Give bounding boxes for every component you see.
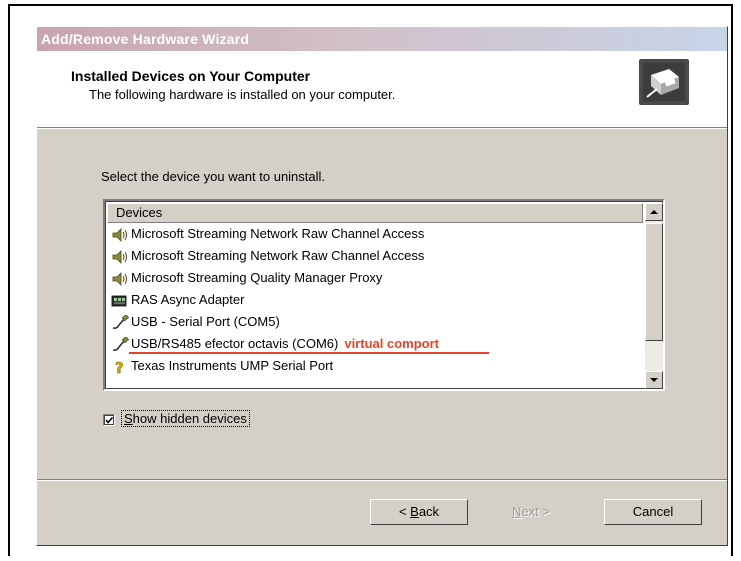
page-subtitle: The following hardware is installed on y… <box>89 87 396 102</box>
speaker-icon <box>111 271 129 287</box>
next-button[interactable]: Next > <box>482 499 580 525</box>
checkmark-icon <box>105 416 114 424</box>
devices-column-header[interactable]: Devices <box>107 203 643 223</box>
svg-text:?: ? <box>115 359 124 375</box>
frame-border-right <box>731 4 733 556</box>
device-label: USB - Serial Port (COM5) <box>131 314 280 329</box>
next-access-key: N <box>512 504 522 519</box>
instruction-text: Select the device you want to uninstall. <box>101 169 326 184</box>
hardware-wizard-icon <box>639 59 689 105</box>
frame-border-top <box>8 4 733 6</box>
cancel-button[interactable]: Cancel <box>604 499 702 525</box>
device-label: Microsoft Streaming Network Raw Channel … <box>131 226 425 241</box>
list-item[interactable]: RAS Async Adapter <box>107 289 643 311</box>
list-item[interactable]: Microsoft Streaming Quality Manager Prox… <box>107 267 643 289</box>
speaker-icon <box>111 249 129 265</box>
device-listbox[interactable]: Devices Microsoft Streaming Network Raw … <box>103 199 665 391</box>
devices-column-header-label: Devices <box>116 205 163 220</box>
window-title: Add/Remove Hardware Wizard <box>41 31 250 47</box>
show-hidden-devices-option[interactable]: Show hidden devices <box>103 410 250 428</box>
usb-plug-icon <box>111 335 130 353</box>
title-bar[interactable]: Add/Remove Hardware Wizard <box>37 27 727 51</box>
scroll-down-button[interactable] <box>645 371 663 389</box>
device-label: Microsoft Streaming Network Raw Channel … <box>131 248 425 263</box>
show-hidden-devices-checkbox[interactable] <box>103 413 115 426</box>
annotation-underline <box>129 352 489 354</box>
show-hidden-devices-label[interactable]: Show hidden devices <box>121 410 250 427</box>
unknown-device-icon: ? <box>111 358 129 377</box>
list-item[interactable]: USB/RS485 efector octavis (COM6) virtual … <box>107 333 643 355</box>
wizard-header: Installed Devices on Your Computer The f… <box>37 51 727 127</box>
footer-separator-highlight <box>37 480 727 481</box>
back-prefix: < <box>398 504 411 519</box>
usb-plug-icon <box>111 313 130 331</box>
network-adapter-icon <box>111 293 129 309</box>
list-item[interactable]: ? Texas Instruments UMP Serial Port <box>107 355 643 377</box>
next-rest: ext > <box>521 504 550 519</box>
list-scrollbar[interactable] <box>645 203 663 389</box>
device-label: USB/RS485 efector octavis (COM6) <box>131 336 339 351</box>
label-text: how hidden devices <box>132 411 247 426</box>
virtual-comport-annotation: virtual comport <box>344 336 439 351</box>
arrow-up-icon <box>650 210 658 214</box>
access-key: S <box>124 411 133 426</box>
frame-border-left <box>8 4 10 556</box>
list-item[interactable]: Microsoft Streaming Network Raw Channel … <box>107 223 643 245</box>
scroll-up-button[interactable] <box>645 203 663 221</box>
wizard-dialog: Add/Remove Hardware Wizard Installed Dev… <box>36 26 728 546</box>
device-label: RAS Async Adapter <box>131 292 245 307</box>
page-title: Installed Devices on Your Computer <box>71 68 311 84</box>
speaker-icon <box>111 227 129 243</box>
cancel-label: Cancel <box>632 504 674 519</box>
list-item[interactable]: USB - Serial Port (COM5) <box>107 311 643 333</box>
header-separator-highlight <box>37 128 727 129</box>
arrow-down-icon <box>650 378 658 382</box>
scroll-thumb[interactable] <box>645 223 663 341</box>
back-access-key: B <box>410 504 419 519</box>
back-rest: ack <box>418 504 440 519</box>
list-item[interactable]: Microsoft Streaming Network Raw Channel … <box>107 245 643 267</box>
device-label: Microsoft Streaming Quality Manager Prox… <box>131 270 383 285</box>
device-list-items: Microsoft Streaming Network Raw Channel … <box>107 223 643 377</box>
back-button[interactable]: < Back <box>370 499 468 525</box>
device-label: Texas Instruments UMP Serial Port <box>131 358 334 373</box>
